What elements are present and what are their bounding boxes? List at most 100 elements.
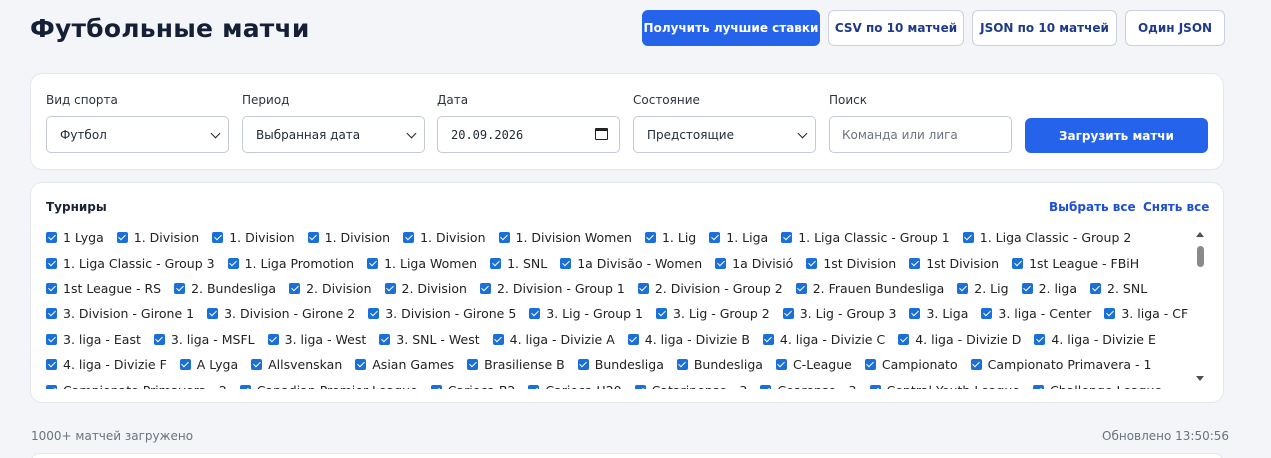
tournament-item[interactable]: 3. liga - West [267,332,366,347]
tournament-item[interactable]: 3. liga - MSFL [153,332,255,347]
tournament-checkbox[interactable] [970,359,982,371]
tournament-checkbox[interactable] [490,257,502,269]
tournament-checkbox[interactable] [153,333,165,345]
tournament-checkbox[interactable] [403,232,415,244]
tournament-item[interactable]: 1. Division [403,230,486,245]
tournament-checkbox[interactable] [46,384,57,389]
tournament-checkbox[interactable] [806,257,818,269]
tournament-checkbox[interactable] [528,384,540,389]
tournament-item[interactable]: Campionato Primavera - 2 [46,383,227,389]
tournament-checkbox[interactable] [715,257,727,269]
tournament-item[interactable]: 4. liga - Divizie D [898,332,1021,347]
tournament-checkbox[interactable] [212,232,224,244]
scroll-down-icon[interactable] [1196,376,1204,381]
tournament-checkbox[interactable] [898,333,910,345]
tournament-checkbox[interactable] [656,308,667,320]
tournament-checkbox[interactable] [981,308,993,320]
tournament-list[interactable]: 1 Lyga 1. Division 1. Division 1. Division 1… [46,225,1188,389]
tournament-item[interactable]: 1a Divisão - Women [560,256,702,271]
tournament-item[interactable]: 2. Bundesliga [174,281,276,296]
tournament-checkbox[interactable] [869,384,881,389]
tournament-checkbox[interactable] [289,282,301,294]
tournament-item[interactable]: 1. Division [116,230,199,245]
tournament-item[interactable]: Campionato [864,357,958,372]
tournament-item[interactable]: 1. Division Women [498,230,632,245]
scrollbar-thumb[interactable] [1197,246,1204,267]
search-input[interactable]: Команда или лига [829,116,1012,153]
tournament-checkbox[interactable] [529,308,541,320]
tournament-checkbox[interactable] [267,333,279,345]
tournament-item[interactable]: 1. Liga [709,230,768,245]
tournament-checkbox[interactable] [634,384,646,389]
tournament-item[interactable]: 1. Liga Classic - Group 1 [781,230,950,245]
tournament-item[interactable]: Carioca U20 [528,383,622,389]
clear-all-link[interactable]: Снять все [1143,200,1209,214]
tournament-item[interactable]: Canadian Premier League [239,383,418,389]
tournament-item[interactable]: 1. Liga Promotion [227,256,354,271]
single-json-button[interactable]: Один JSON [1125,10,1225,46]
tournament-checkbox[interactable] [239,384,251,389]
tournament-checkbox[interactable] [379,333,391,345]
tournament-checkbox[interactable] [46,308,57,320]
tournament-checkbox[interactable] [1034,333,1046,345]
tournament-checkbox[interactable] [179,359,191,371]
tournament-item[interactable]: 1 Lyga [46,230,104,245]
tournament-item[interactable]: 1. Liga Classic - Group 2 [962,230,1131,245]
tournament-item[interactable]: 4. liga - Divizie F [46,357,167,372]
tournament-checkbox[interactable] [46,282,57,294]
tournament-checkbox[interactable] [307,232,319,244]
tournament-checkbox[interactable] [577,359,589,371]
tournament-item[interactable]: 2. liga [1021,281,1077,296]
tournament-item[interactable]: 4. liga - Divizie C [762,332,885,347]
tournament-checkbox[interactable] [479,282,491,294]
tournament-item[interactable]: 2. Frauen Bundesliga [795,281,944,296]
csv-export-button[interactable]: CSV по 10 матчей [828,10,964,46]
tournament-item[interactable]: Brasiliense B [467,357,565,372]
tournament-item[interactable]: 3. liga - Center [981,306,1091,321]
tournament-checkbox[interactable] [227,257,239,269]
tournament-checkbox[interactable] [384,282,396,294]
tournament-checkbox[interactable] [467,359,479,371]
tournament-checkbox[interactable] [864,359,876,371]
tournament-checkbox[interactable] [498,232,510,244]
tournament-item[interactable]: 1. Liga Classic - Group 3 [46,256,215,271]
state-select[interactable]: Предстоящие [633,116,816,153]
tournament-item[interactable]: 1. SNL [490,256,547,271]
tournament-checkbox[interactable] [644,232,656,244]
tournament-item[interactable]: 1a Divisió [715,256,793,271]
tournament-item[interactable]: Campionato Primavera - 1 [970,357,1151,372]
calendar-icon[interactable] [595,128,608,140]
tournament-checkbox[interactable] [957,282,969,294]
tournament-item[interactable]: 2. Division - Group 1 [479,281,625,296]
tournament-item[interactable]: 2. Division [384,281,467,296]
tournament-checkbox[interactable] [1032,384,1044,389]
period-select[interactable]: Выбранная дата [242,116,425,153]
tournament-checkbox[interactable] [560,257,572,269]
tournament-item[interactable]: Central Youth League [869,383,1020,389]
tournament-item[interactable]: 3. SNL - West [379,332,480,347]
best-bets-button[interactable]: Получить лучшие ставки [642,10,820,46]
tournament-checkbox[interactable] [795,282,807,294]
tournament-checkbox[interactable] [762,333,774,345]
tournament-checkbox[interactable] [676,359,688,371]
tournament-item[interactable]: 3. Liga [909,306,968,321]
tournament-item[interactable]: 3. Division - Girone 1 [46,306,194,321]
tournament-checkbox[interactable] [775,359,787,371]
tournament-item[interactable]: 4. liga - Divizie B [627,332,750,347]
tournament-checkbox[interactable] [174,282,186,294]
tournament-item[interactable]: Challenge League [1032,383,1162,389]
tournament-checkbox[interactable] [46,359,57,371]
tournament-checkbox[interactable] [492,333,504,345]
load-matches-button[interactable]: Загрузить матчи [1025,118,1208,153]
tournament-item[interactable]: 1st League - FBiH [1012,256,1139,271]
tournament-checkbox[interactable] [368,308,380,320]
tournament-checkbox[interactable] [909,257,921,269]
tournament-checkbox[interactable] [1090,282,1102,294]
tournament-item[interactable]: 1. Division [212,230,295,245]
tournament-item[interactable]: Carioca B2 [430,383,515,389]
tournament-item[interactable]: 2. Lig [957,281,1009,296]
sport-select[interactable]: Футбол [46,116,229,153]
tournament-checkbox[interactable] [46,333,57,345]
tournament-item[interactable]: 3. liga - CFL B [1104,306,1188,321]
select-all-link[interactable]: Выбрать все [1049,200,1136,214]
